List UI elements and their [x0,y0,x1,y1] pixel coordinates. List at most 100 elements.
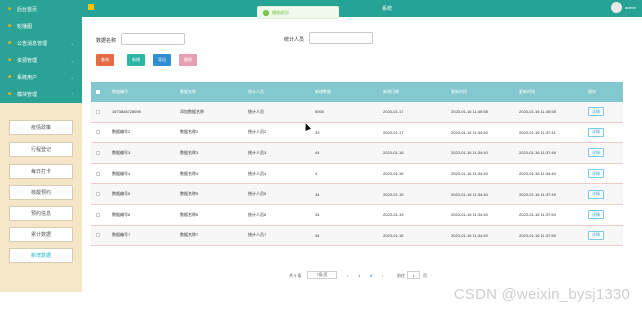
statistician-input[interactable] [309,32,373,44]
header-created-time[interactable]: 更新时间 [451,89,467,95]
row-checkbox[interactable] [96,192,100,197]
page-2[interactable]: 2 [370,273,372,278]
table-cell: 5000 [315,109,324,115]
table-cell: 2023-01-16 11:37:59 [519,232,556,238]
toast-message: 播放成功! [272,9,290,15]
add-button[interactable]: 新增 [127,54,145,66]
table-cell: 33 [315,129,320,135]
header-actions: 操作 [588,89,596,94]
table-cell: 2023-01-16 11:45:58 [519,109,556,115]
next-page-button[interactable]: › [382,273,383,278]
table-cell: 2023-01-16 11:37:49 [519,191,556,197]
table-cell: 34 [315,212,320,218]
page-1[interactable]: 1 [358,273,360,278]
header-new-count[interactable]: 新增数量 [315,89,331,95]
sidebar-item-home[interactable]: ■ 后台首页 [0,0,82,18]
delete-button[interactable]: 删除 [179,54,197,66]
table-cell: 统计人员7 [248,232,267,238]
row-checkbox[interactable] [96,171,100,176]
table-header: 数据编号 数据名称 统计人员 新增数量 新增日期 更新时间 更新时间 操作 [91,82,623,102]
table-cell: 1673848728690 [112,109,141,115]
chevron-down-icon: ⌄ [70,57,74,63]
data-name-input[interactable] [121,33,185,45]
row-checkbox[interactable] [96,233,100,238]
table-row[interactable]: 1673848728690 添加数据名称 统计人员 5000 2023-01-17 202… [91,102,623,123]
header-updated-time[interactable]: 更新时间 [519,89,535,95]
detail-button[interactable]: 详情 [588,107,604,117]
module-icon: ■ [8,91,12,97]
chevron-down-icon: ⌄ [70,40,74,46]
detail-button[interactable]: 详情 [588,169,604,179]
row-checkbox[interactable] [96,150,100,155]
watermark: CSDN @weixin_bysj1330 [453,286,630,303]
table-cell: 数据名称4 [180,170,199,176]
table-row[interactable]: 数据编号5 数据名称5 统计人员5 34 2023-01-15 2023-01-16 11… [91,184,623,205]
statistician-label: 统计人员 [284,37,305,43]
table-cell: 34 [315,232,320,238]
table-row[interactable]: 数据编号2 数据名称2 统计人员2 33 2023-01-17 2023-01-16 11… [91,122,623,144]
sidebar-subitem-policy[interactable]: 疫情政策 [9,120,73,135]
avatar[interactable] [611,2,622,13]
sidebar-subitem-appointment-info[interactable]: 预约信息 [9,206,73,221]
table-cell: 2023-01-16 11:37:46 [519,150,556,156]
detail-button[interactable]: 详情 [588,127,604,137]
sidebar-subitem-cumulative-data[interactable]: 累计数据 [9,227,73,242]
goto-label: 前往 [397,273,405,278]
table-row[interactable]: 数据编号3 数据名称3 统计人员3 44 2023-01-18 2023-01-16 11… [91,143,623,164]
table-cell: 2023-01-15 [383,191,404,197]
table-cell: 2023-01-17 [383,129,404,135]
table-cell: 数据名称7 [180,232,199,238]
table-cell: 2023-01-18 [383,150,404,156]
table-cell: 2023-01-16 11:34:40 [451,232,488,238]
row-checkbox[interactable] [96,109,100,114]
data-table: 数据编号 数据名称 统计人员 新增数量 新增日期 更新时间 更新时间 操作 16… [91,82,623,247]
detail-button[interactable]: 详情 [588,210,604,220]
header-data-name[interactable]: 数据名称 [180,89,196,95]
user-name[interactable]: admin [625,5,636,10]
row-checkbox[interactable] [96,212,100,217]
table-cell: 2023-01-19 [383,212,404,218]
table-cell: 数据编号3 [112,149,131,155]
sidebar-item-system-user[interactable]: ■ 系统用户 ⌄ [0,68,82,86]
table-cell: 统计人员4 [248,170,267,176]
select-all-checkbox[interactable] [96,90,100,94]
sidebar-item-resource[interactable]: ■ 资源管理 ⌄ [0,51,82,69]
sidebar-subitem-checkin[interactable]: 每日打卡 [9,164,73,179]
table-cell: 数据编号4 [112,170,131,176]
success-toast: ✓ 播放成功! [257,6,339,19]
table-cell: 2023-01-16 11:45:58 [451,109,488,115]
table-cell: 数据编号5 [112,191,131,197]
sidebar: ■ 后台首页 ■ 轮播图 ■ 公告消息管理 ⌄ ■ 资源管理 ⌄ ■ 系统用户 … [0,0,82,313]
sidebar-subitem-new-data[interactable]: 新增数据 [9,248,73,263]
table-row[interactable]: 数据编号6 数据名称6 统计人员6 34 2023-01-19 2023-01-16 11… [91,204,623,226]
header-statistician[interactable]: 统计人员 [248,89,264,95]
export-button[interactable]: 导出 [153,54,171,66]
table-cell: 34 [315,191,320,197]
sidebar-item-notice[interactable]: ■ 公告消息管理 ⌄ [0,34,82,52]
sidebar-item-module[interactable]: ■ 模块管理 ⌃ [0,85,82,103]
menu-grid-icon[interactable] [88,4,94,10]
detail-button[interactable]: 详情 [588,230,604,240]
sidebar-subitem-test-appointment[interactable]: 核酸预约 [9,185,73,200]
table-row[interactable]: 数据编号7 数据名称7 统计人员7 34 2023-01-18 2023-01-16 11… [91,225,623,247]
table-row[interactable]: 数据编号4 数据名称4 统计人员4 4 2023-01-16 2023-01-16 11:… [91,163,623,185]
sidebar-subitem-trip[interactable]: 行程登记 [9,142,73,157]
row-checkbox[interactable] [96,130,100,135]
detail-button[interactable]: 详情 [588,148,604,158]
total-count: 共 9 条 [289,273,302,278]
chevron-up-icon: ⌃ [70,91,74,97]
sidebar-item-carousel[interactable]: ■ 轮播图 [0,17,82,35]
sidebar-menu: ■ 后台首页 ■ 轮播图 ■ 公告消息管理 ⌄ ■ 资源管理 ⌄ ■ 系统用户 … [0,0,82,103]
page-unit-label: 页 [423,273,427,278]
table-cell: 2023-01-16 11:34:40 [519,171,556,177]
query-button[interactable]: 查询 [96,54,114,66]
detail-button[interactable]: 详情 [588,189,604,199]
prev-page-button[interactable]: ‹ [347,273,348,278]
header-new-date[interactable]: 新增日期 [383,89,399,95]
table-cell: 2023-01-16 11:37:41 [519,129,556,135]
goto-page-input[interactable]: 1 [407,271,420,279]
table-cell: 2023-01-16 11:34:40 [451,150,488,156]
check-circle-icon: ✓ [263,9,269,16]
header-data-id[interactable]: 数据编号 [112,89,128,95]
page-size-select[interactable]: 7条/页 [307,271,337,279]
